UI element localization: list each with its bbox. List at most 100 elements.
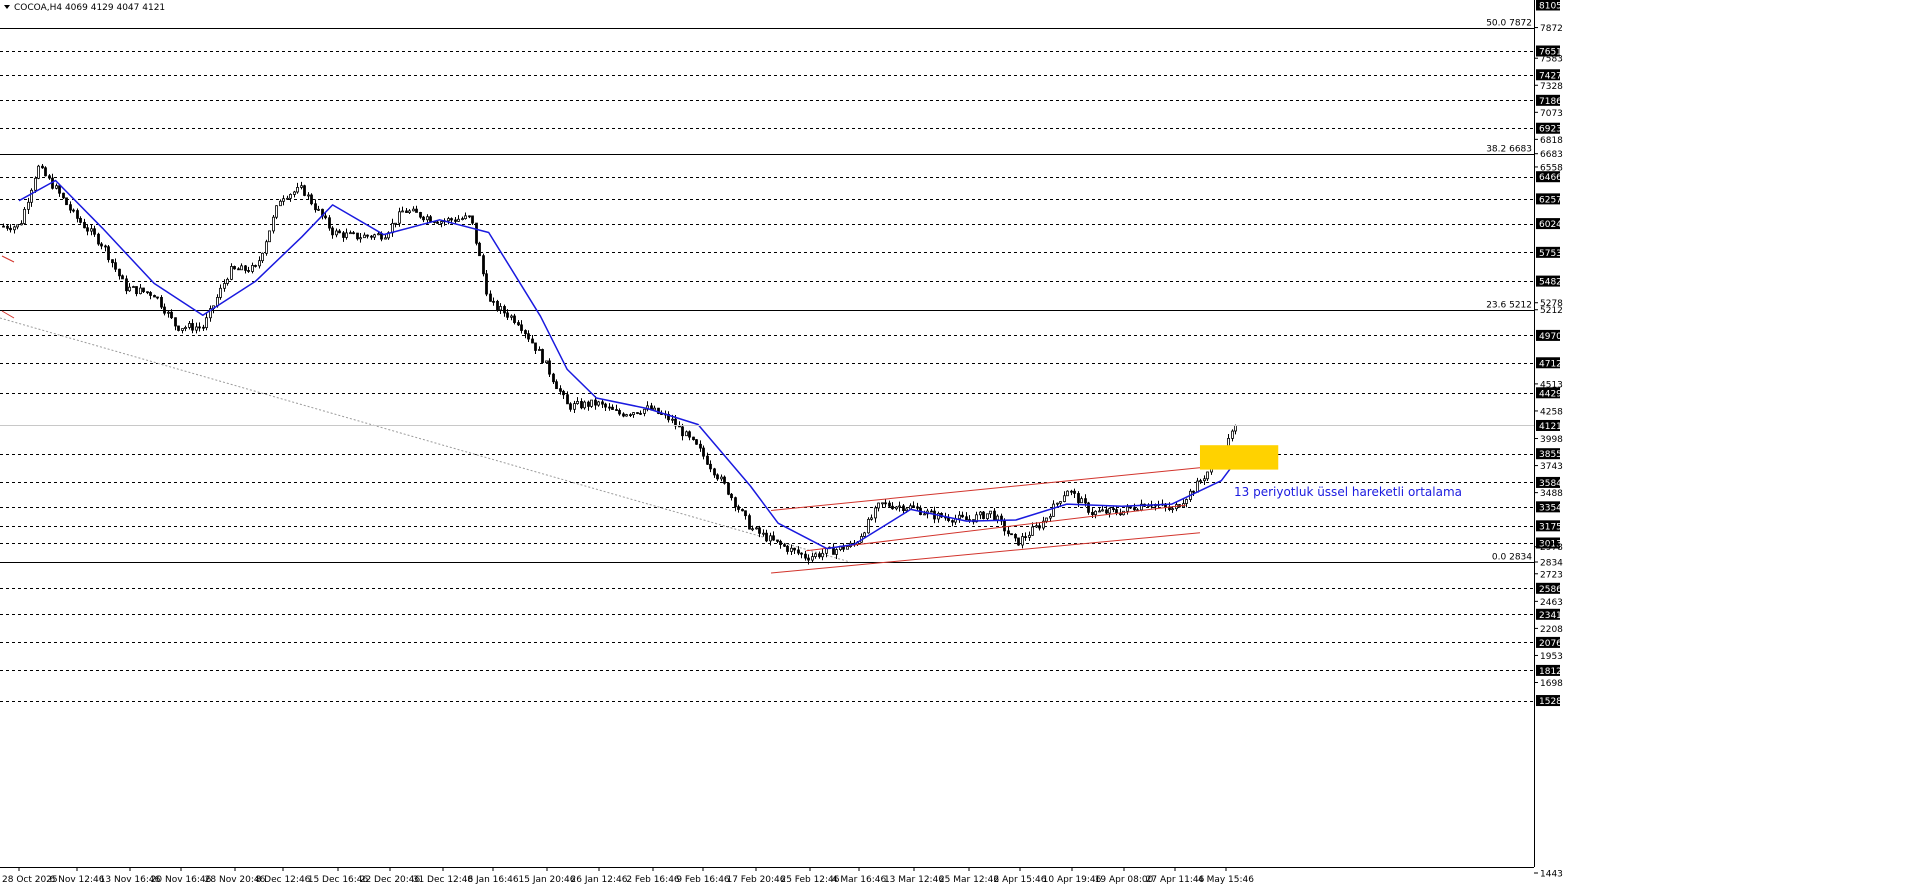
candle-body bbox=[986, 513, 989, 519]
candle-body bbox=[48, 175, 51, 179]
candle-body bbox=[793, 547, 796, 551]
candle-body bbox=[286, 197, 289, 200]
candle-body bbox=[552, 373, 555, 383]
candle-body bbox=[800, 552, 803, 555]
candle-body bbox=[1021, 536, 1024, 546]
candle-body bbox=[174, 317, 177, 327]
candle-body bbox=[989, 510, 992, 515]
candle-body bbox=[34, 177, 37, 191]
resistance-zone[interactable] bbox=[1199, 445, 1279, 470]
candle-body bbox=[604, 403, 607, 408]
candle-body bbox=[23, 208, 26, 224]
candle-body bbox=[233, 266, 236, 270]
candle-body bbox=[1010, 533, 1013, 536]
candle-body bbox=[128, 286, 131, 292]
y-tick-label: 8105 bbox=[1539, 2, 1562, 12]
price-chart[interactable]: 50.0 7872 38.2 6683 23.6 5212 0.0 2834 13 p… bbox=[0, 0, 1916, 888]
candle-body bbox=[485, 273, 488, 295]
y-tick-label: 3998 bbox=[1540, 435, 1563, 445]
candle-body bbox=[156, 296, 159, 299]
candle-body bbox=[580, 401, 583, 409]
candle-body bbox=[531, 338, 534, 344]
candle-body bbox=[1024, 536, 1027, 538]
candle-body bbox=[289, 194, 292, 199]
candle-body bbox=[639, 412, 642, 415]
candle-body bbox=[13, 226, 16, 231]
candle-body bbox=[776, 539, 779, 542]
chart-title: COCOA,H4 4069 4129 4047 4121 bbox=[4, 3, 165, 13]
y-tick-label: 1812 bbox=[1539, 667, 1562, 677]
candle-body bbox=[65, 197, 68, 206]
x-tick-label: 6 Nov 12:46 bbox=[50, 875, 105, 885]
candle-body bbox=[338, 230, 341, 234]
candle-body bbox=[296, 187, 299, 193]
candle-body bbox=[352, 232, 355, 235]
y-tick-label: 3488 bbox=[1540, 489, 1563, 499]
candle-body bbox=[426, 216, 429, 221]
candle-body bbox=[268, 230, 271, 243]
candle-body bbox=[741, 509, 744, 512]
y-tick-label: 6466 bbox=[1539, 173, 1562, 183]
candle-body bbox=[527, 333, 530, 340]
candle-body bbox=[146, 291, 149, 294]
candle-body bbox=[370, 235, 373, 238]
y-tick-label: 4258 bbox=[1540, 407, 1563, 417]
candle-body bbox=[632, 412, 635, 416]
candle-body bbox=[482, 255, 485, 275]
candle-body bbox=[1066, 490, 1069, 497]
candle-body bbox=[72, 209, 75, 212]
candle-body bbox=[1084, 498, 1087, 504]
x-tick-label: 4 May 15:46 bbox=[1198, 875, 1254, 885]
candle-body bbox=[706, 455, 709, 465]
candle-body bbox=[440, 221, 443, 224]
candle-body bbox=[489, 293, 492, 302]
candle-body bbox=[1017, 537, 1020, 546]
y-tick-label: 4712 bbox=[1539, 359, 1562, 369]
candle-body bbox=[671, 418, 674, 421]
x-tick-label: 13 Mar 12:46 bbox=[884, 875, 944, 885]
candle-body bbox=[1108, 508, 1111, 514]
candle-body bbox=[569, 403, 572, 410]
candle-body bbox=[709, 463, 712, 470]
candle-body bbox=[272, 216, 275, 232]
y-tick-label: 5482 bbox=[1539, 278, 1562, 288]
candle-body bbox=[958, 514, 961, 520]
candle-body bbox=[1028, 534, 1031, 538]
candle-body bbox=[506, 312, 509, 318]
candle-body bbox=[867, 518, 870, 534]
candle-body bbox=[1045, 517, 1048, 522]
candle-body bbox=[681, 426, 684, 437]
candle-body bbox=[744, 510, 747, 517]
candle-body bbox=[517, 322, 520, 326]
candle-body bbox=[226, 278, 229, 284]
candle-body bbox=[1059, 501, 1062, 504]
candle-body bbox=[230, 266, 233, 280]
candle-body bbox=[282, 198, 285, 202]
candle-body bbox=[790, 547, 793, 552]
candle-body bbox=[573, 403, 576, 410]
candle-body bbox=[1070, 490, 1073, 493]
candle-body bbox=[562, 390, 565, 396]
candle-body bbox=[898, 505, 901, 508]
y-tick-label: 2834 bbox=[1540, 559, 1563, 569]
candle-body bbox=[303, 185, 306, 196]
candle-body bbox=[76, 210, 79, 219]
candle-body bbox=[275, 205, 278, 218]
candle-body bbox=[1031, 526, 1034, 536]
candle-body bbox=[622, 413, 625, 417]
candle-body bbox=[597, 401, 600, 406]
candle-body bbox=[520, 324, 523, 331]
candle-body bbox=[772, 535, 775, 541]
resistance-zone-group bbox=[1199, 445, 1279, 470]
candle-body bbox=[251, 265, 254, 272]
candle-body bbox=[90, 228, 93, 232]
candle-body bbox=[1080, 498, 1083, 504]
candle-body bbox=[335, 230, 338, 236]
candle-body bbox=[436, 221, 439, 224]
candle-body bbox=[566, 394, 569, 405]
plot-background bbox=[0, 0, 1916, 888]
candle-body bbox=[688, 431, 691, 438]
x-tick-label: 25 Mar 12:46 bbox=[939, 875, 999, 885]
candle-body bbox=[576, 401, 579, 404]
fib-level-label: 23.6 5212 bbox=[1486, 301, 1532, 311]
